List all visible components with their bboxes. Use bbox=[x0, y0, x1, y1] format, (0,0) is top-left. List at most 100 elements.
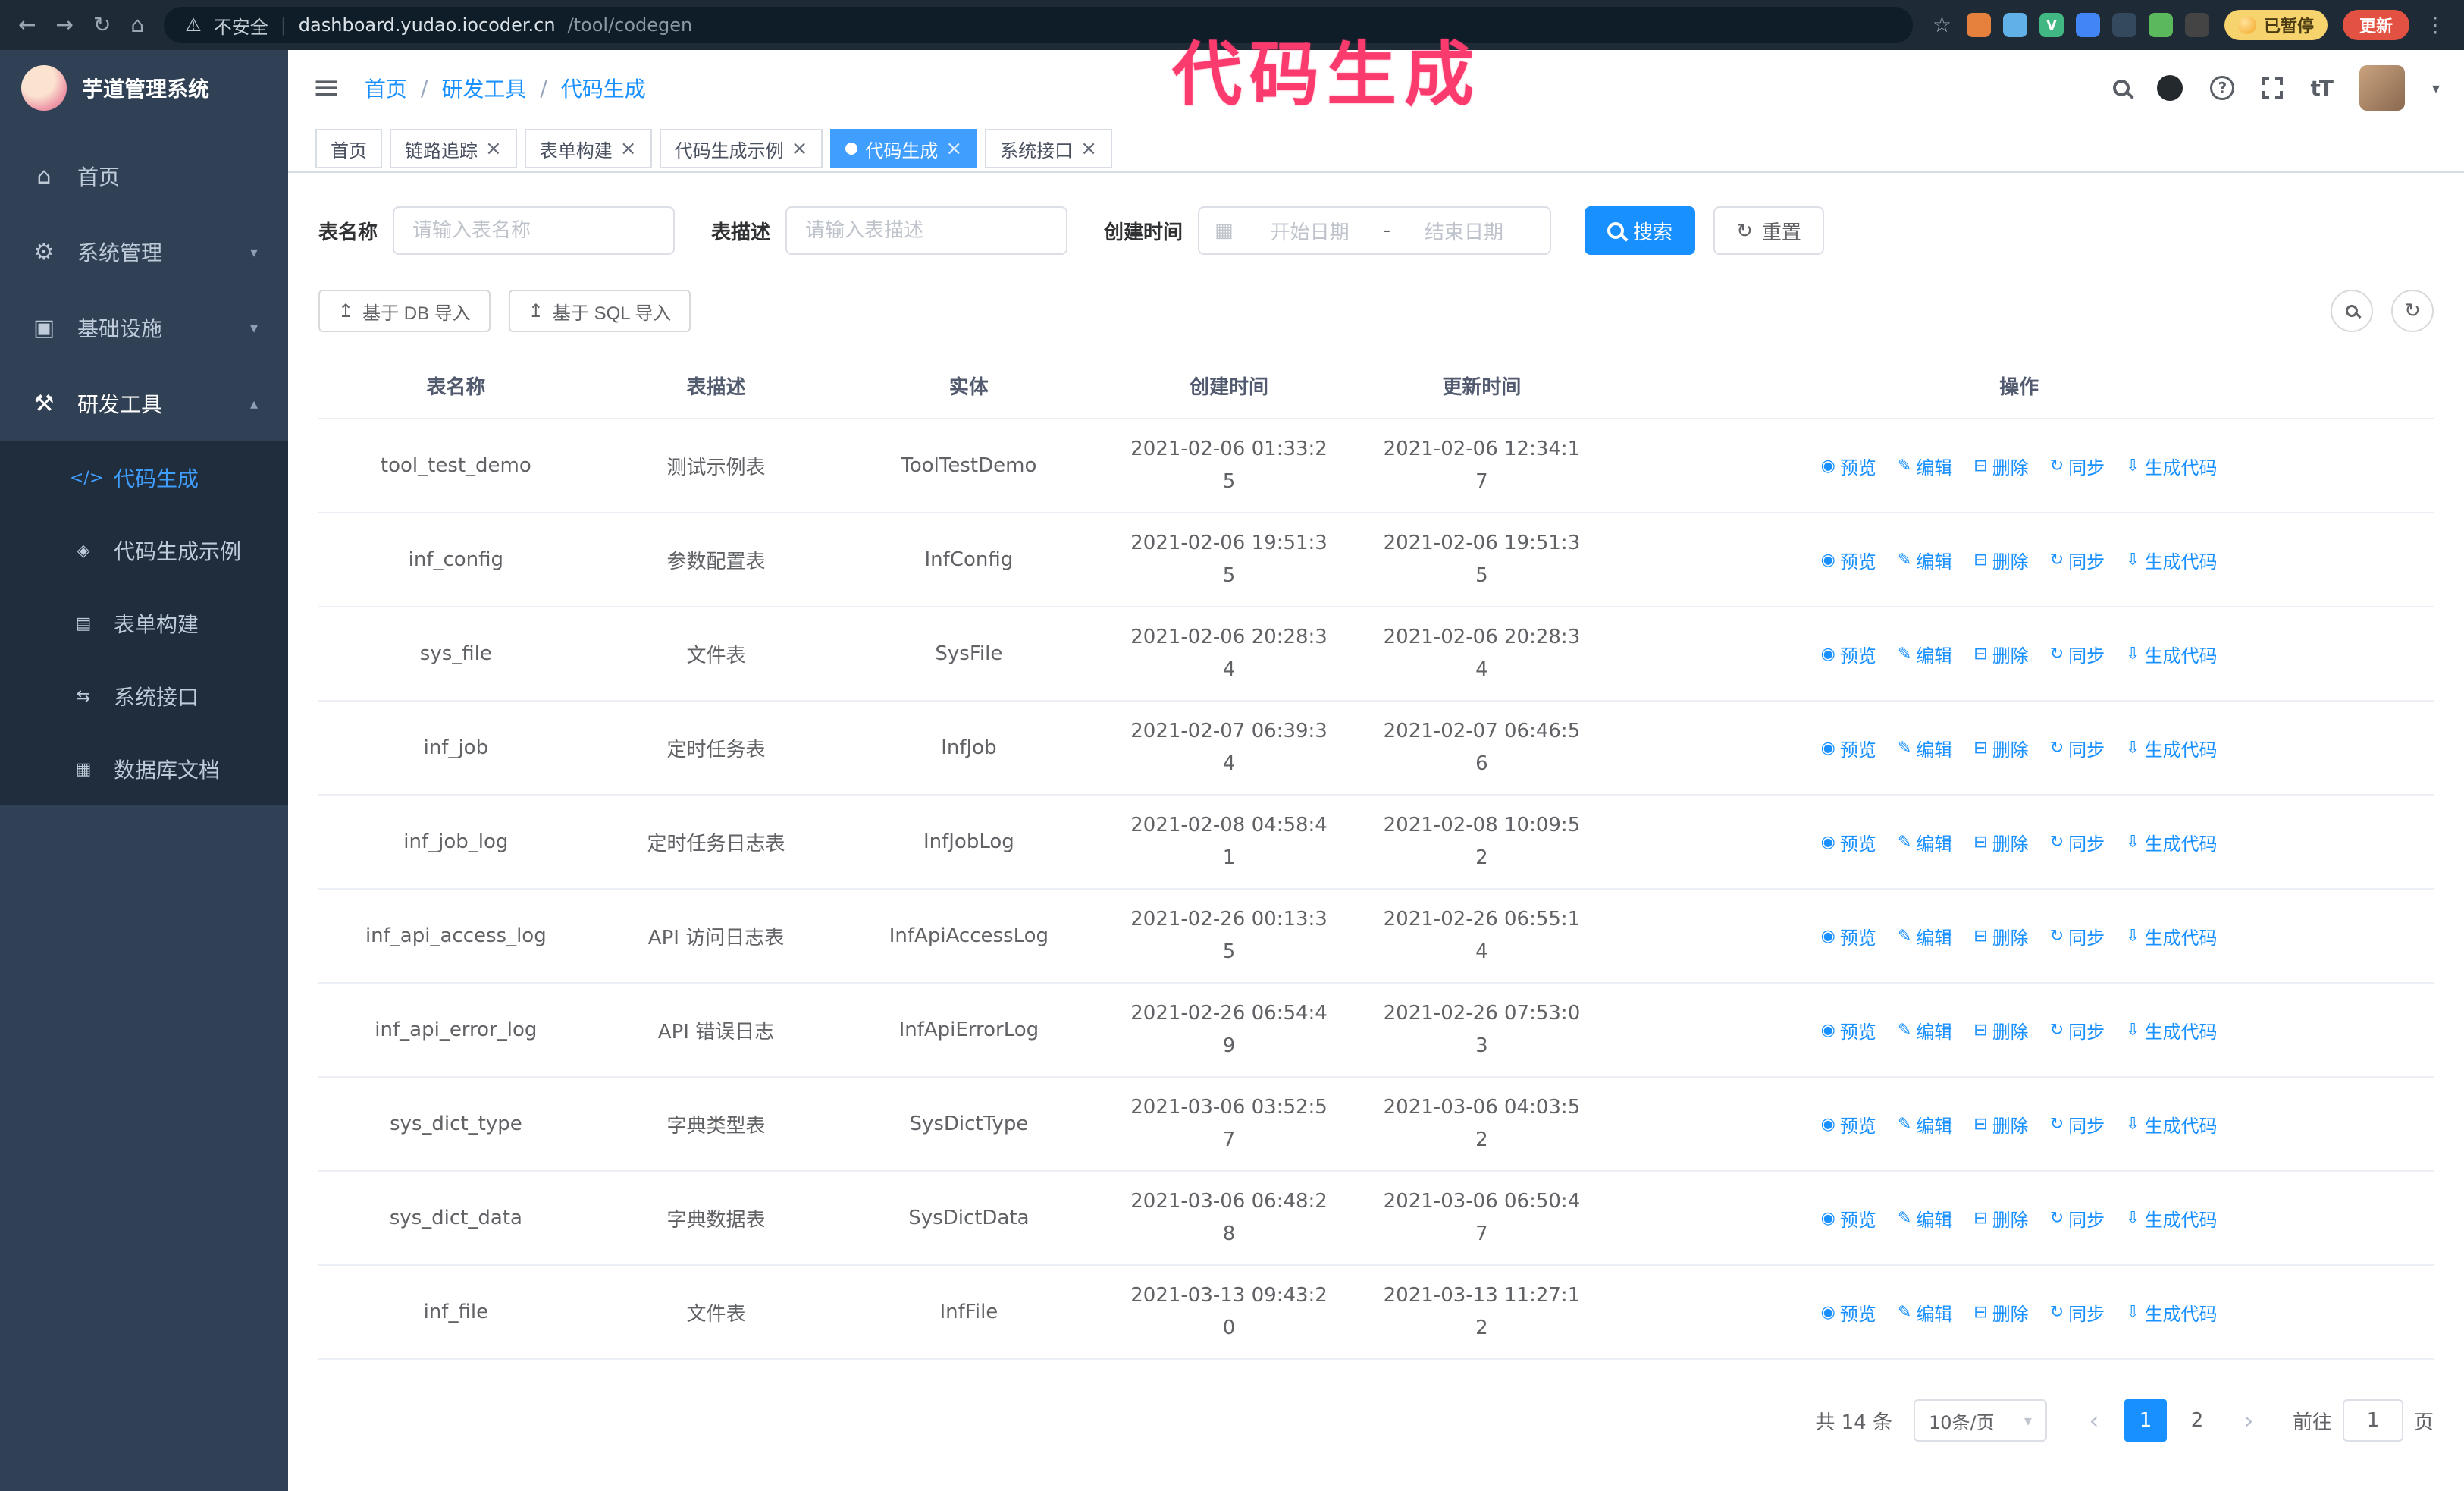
vue-devtools-icon[interactable]: V bbox=[2039, 13, 2064, 37]
goto-page-input[interactable] bbox=[2342, 1399, 2403, 1442]
sidebar-item-codegen[interactable]: </> 代码生成 bbox=[0, 441, 288, 514]
delete-link[interactable]: ⊟ 删除 bbox=[1973, 1205, 2028, 1232]
import-sql-button[interactable]: ↥ 基于 SQL 导入 bbox=[508, 290, 691, 332]
sync-link[interactable]: ↻ 同步 bbox=[2050, 735, 2105, 761]
sidebar-item-dev-tools[interactable]: ⚒ 研发工具 ▴ bbox=[0, 366, 288, 441]
tab-链路追踪[interactable]: 链路追踪 × bbox=[390, 129, 517, 168]
preview-link[interactable]: ◉ 预览 bbox=[1821, 641, 1876, 667]
edit-link[interactable]: ✎ 编辑 bbox=[1898, 641, 1952, 667]
edit-link[interactable]: ✎ 编辑 bbox=[1898, 923, 1952, 950]
screen-extension-icon[interactable] bbox=[2111, 13, 2136, 37]
github-icon[interactable] bbox=[2157, 75, 2183, 101]
delete-link[interactable]: ⊟ 删除 bbox=[1973, 1111, 2028, 1138]
sync-link[interactable]: ↻ 同步 bbox=[2050, 547, 2105, 573]
font-size-icon[interactable]: tT bbox=[2310, 76, 2334, 101]
edit-link[interactable]: ✎ 编辑 bbox=[1898, 1017, 1952, 1044]
sidebar-item-db-docs[interactable]: ▦ 数据库文档 bbox=[0, 733, 288, 805]
generate-code-link[interactable]: ⇩ 生成代码 bbox=[2126, 547, 2217, 573]
forward-icon[interactable]: → bbox=[55, 14, 73, 36]
generate-code-link[interactable]: ⇩ 生成代码 bbox=[2126, 453, 2217, 479]
tab-close-icon[interactable]: × bbox=[1080, 139, 1097, 159]
generate-code-link[interactable]: ⇩ 生成代码 bbox=[2126, 735, 2217, 761]
prev-page-button[interactable]: ‹ bbox=[2073, 1399, 2115, 1442]
leaf-extension-icon[interactable] bbox=[2148, 13, 2173, 37]
page-button-2[interactable]: 2 bbox=[2176, 1399, 2218, 1442]
delete-link[interactable]: ⊟ 删除 bbox=[1973, 547, 2028, 573]
sidebar-item-form-builder[interactable]: ▤ 表单构建 bbox=[0, 587, 288, 660]
tab-首页[interactable]: 首页 bbox=[315, 129, 382, 168]
sidebar-item-system-mgmt[interactable]: ⚙ 系统管理 ▾ bbox=[0, 214, 288, 290]
sync-link[interactable]: ↻ 同步 bbox=[2050, 1111, 2105, 1138]
tab-close-icon[interactable]: × bbox=[945, 139, 962, 159]
edit-link[interactable]: ✎ 编辑 bbox=[1898, 1111, 1952, 1138]
paused-badge[interactable]: 已暂停 bbox=[2224, 10, 2328, 40]
sync-link[interactable]: ↻ 同步 bbox=[2050, 829, 2105, 855]
delete-link[interactable]: ⊟ 删除 bbox=[1973, 923, 2028, 950]
tab-表单构建[interactable]: 表单构建 × bbox=[524, 129, 652, 168]
generate-code-link[interactable]: ⇩ 生成代码 bbox=[2126, 829, 2217, 855]
breadcrumb-home[interactable]: 首页 bbox=[365, 73, 407, 103]
edit-link[interactable]: ✎ 编辑 bbox=[1898, 453, 1952, 479]
edit-link[interactable]: ✎ 编辑 bbox=[1898, 735, 1952, 761]
sidebar-item-infrastructure[interactable]: ▣ 基础设施 ▾ bbox=[0, 290, 288, 366]
generate-code-link[interactable]: ⇩ 生成代码 bbox=[2126, 1205, 2217, 1232]
toggle-search-button[interactable] bbox=[2331, 290, 2373, 332]
sidebar-item-codegen-demo[interactable]: ◈ 代码生成示例 bbox=[0, 514, 288, 587]
back-icon[interactable]: ← bbox=[18, 14, 36, 36]
search-button[interactable]: 搜索 bbox=[1585, 206, 1696, 255]
search-icon[interactable] bbox=[2113, 80, 2130, 96]
edit-link[interactable]: ✎ 编辑 bbox=[1898, 547, 1952, 573]
logo[interactable]: 芋道管理系统 bbox=[0, 50, 288, 126]
tab-close-icon[interactable]: × bbox=[485, 139, 502, 159]
reset-button[interactable]: ↻ 重置 bbox=[1713, 206, 1824, 255]
table-desc-input[interactable] bbox=[785, 206, 1068, 255]
delete-link[interactable]: ⊟ 删除 bbox=[1973, 1299, 2028, 1326]
sync-link[interactable]: ↻ 同步 bbox=[2050, 1299, 2105, 1326]
page-size-select[interactable]: 10条/页 ▾ bbox=[1913, 1399, 2047, 1442]
generate-code-link[interactable]: ⇩ 生成代码 bbox=[2126, 1111, 2217, 1138]
question-icon[interactable]: ? bbox=[2210, 76, 2235, 100]
people-extension-icon[interactable] bbox=[2075, 13, 2100, 37]
tab-代码生成示例[interactable]: 代码生成示例 × bbox=[659, 129, 823, 168]
generate-code-link[interactable]: ⇩ 生成代码 bbox=[2126, 1017, 2217, 1044]
preview-link[interactable]: ◉ 预览 bbox=[1821, 829, 1876, 855]
address-bar[interactable]: ⚠ 不安全 | dashboard.yudao.iocoder.cn/tool/… bbox=[164, 7, 1913, 43]
browser-menu-icon[interactable]: ⋮ bbox=[2425, 14, 2446, 36]
preview-link[interactable]: ◉ 预览 bbox=[1821, 547, 1876, 573]
edit-link[interactable]: ✎ 编辑 bbox=[1898, 1205, 1952, 1232]
sync-link[interactable]: ↻ 同步 bbox=[2050, 453, 2105, 479]
sidebar-item-home[interactable]: ⌂ 首页 bbox=[0, 138, 288, 214]
sync-link[interactable]: ↻ 同步 bbox=[2050, 1205, 2105, 1232]
generate-code-link[interactable]: ⇩ 生成代码 bbox=[2126, 1299, 2217, 1326]
tab-close-icon[interactable]: × bbox=[620, 139, 637, 159]
fullscreen-icon[interactable] bbox=[2262, 77, 2284, 99]
drop-extension-icon[interactable] bbox=[2002, 13, 2027, 37]
edit-link[interactable]: ✎ 编辑 bbox=[1898, 829, 1952, 855]
user-avatar[interactable] bbox=[2359, 65, 2405, 111]
preview-link[interactable]: ◉ 预览 bbox=[1821, 1205, 1876, 1232]
refresh-button[interactable]: ↻ bbox=[2391, 290, 2434, 332]
sidebar-item-system-api[interactable]: ⇆ 系统接口 bbox=[0, 660, 288, 733]
preview-link[interactable]: ◉ 预览 bbox=[1821, 735, 1876, 761]
page-button-1[interactable]: 1 bbox=[2124, 1399, 2167, 1442]
browser-home-icon[interactable]: ⌂ bbox=[130, 14, 144, 36]
generate-code-link[interactable]: ⇩ 生成代码 bbox=[2126, 923, 2217, 950]
sync-link[interactable]: ↻ 同步 bbox=[2050, 1017, 2105, 1044]
preview-link[interactable]: ◉ 预览 bbox=[1821, 453, 1876, 479]
hamburger-icon[interactable]: ≡ bbox=[312, 71, 340, 105]
reload-icon[interactable]: ↻ bbox=[93, 14, 111, 36]
preview-link[interactable]: ◉ 预览 bbox=[1821, 923, 1876, 950]
bookmark-star-icon[interactable]: ☆ bbox=[1933, 14, 1951, 36]
breadcrumb-dev-tools[interactable]: 研发工具 bbox=[441, 73, 526, 103]
sync-link[interactable]: ↻ 同步 bbox=[2050, 641, 2105, 667]
import-db-button[interactable]: ↥ 基于 DB 导入 bbox=[318, 290, 491, 332]
create-time-range-picker[interactable]: ▦ 开始日期 - 结束日期 bbox=[1198, 206, 1552, 255]
tab-系统接口[interactable]: 系统接口 × bbox=[985, 129, 1112, 168]
avatar-caret-icon[interactable]: ▾ bbox=[2432, 79, 2440, 97]
edit-link[interactable]: ✎ 编辑 bbox=[1898, 1299, 1952, 1326]
lion-extension-icon[interactable] bbox=[1966, 13, 1991, 37]
next-page-button[interactable]: › bbox=[2227, 1399, 2270, 1442]
puzzle-extension-icon[interactable] bbox=[2184, 13, 2209, 37]
table-name-input[interactable] bbox=[393, 206, 676, 255]
update-button[interactable]: 更新 bbox=[2342, 10, 2409, 40]
